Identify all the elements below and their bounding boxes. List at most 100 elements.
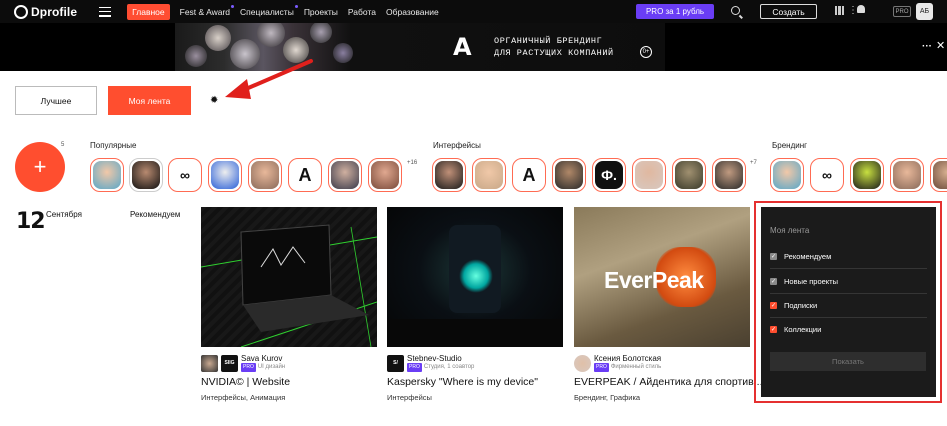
project-title[interactable]: EVERPEAK / Айдентика для спортив... (574, 376, 763, 388)
option-label: Подписки (784, 300, 818, 310)
more-dots-icon[interactable]: ··· (922, 41, 932, 52)
author-avatar-2[interactable]: SIIG (221, 354, 238, 372)
story-avatar[interactable] (129, 158, 163, 192)
top-navigation: Dprofile Главное Fest & Award Специалист… (0, 0, 947, 23)
story-group-branding-label: Брендинг (772, 141, 808, 150)
nav-item-education[interactable]: Образование (386, 7, 439, 17)
story-avatar[interactable] (328, 158, 362, 192)
new-dot-icon (294, 4, 298, 8)
author-avatar[interactable]: S/ (387, 354, 404, 372)
user-avatar[interactable]: АБ (916, 3, 933, 20)
story-avatar[interactable] (890, 158, 924, 192)
story-avatar[interactable] (472, 158, 506, 192)
story-avatar[interactable] (368, 158, 402, 192)
pro-tag: PRO (241, 363, 256, 372)
banner-logo: A (453, 33, 472, 61)
banner-line-1: ОРГАНИЧНЫЙ БРЕНДИНГ (494, 36, 603, 46)
checkbox-checked-icon[interactable]: ✓ (770, 301, 777, 309)
project-card[interactable]: SIIG Sava Kurov PRO UI дизайн NVIDIA© | W… (201, 207, 377, 402)
nav-item-fest[interactable]: Fest & Award (180, 4, 235, 17)
feed-option-collections[interactable]: ✓ Коллекции (770, 317, 927, 342)
author-specialty: UI дизайн (257, 364, 286, 370)
story-avatar[interactable] (850, 158, 884, 192)
banner-text: ОРГАНИЧНЫЙ БРЕНДИНГ ДЛЯ РАСТУЩИХ КОМПАНИ… (494, 35, 614, 59)
ad-banner[interactable] (0, 23, 947, 71)
story-avatar[interactable] (770, 158, 804, 192)
best-feed-button[interactable]: Лучшее (15, 86, 97, 115)
stories-count: 5 (61, 142, 65, 148)
story-avatar[interactable] (90, 158, 124, 192)
story-avatar[interactable]: A (512, 158, 546, 192)
story-avatar[interactable]: A (288, 158, 322, 192)
story-avatar[interactable] (632, 158, 666, 192)
story-avatar[interactable] (208, 158, 242, 192)
search-icon[interactable] (731, 6, 740, 15)
story-avatar[interactable] (552, 158, 586, 192)
project-thumbnail[interactable] (387, 207, 563, 347)
bell-icon[interactable] (857, 5, 865, 15)
author-name[interactable]: Ксения Болотская (594, 354, 661, 363)
checkbox-checked-icon[interactable]: ✓ (770, 277, 777, 285)
author-name[interactable]: Stebnev-Studio (407, 354, 474, 363)
nav-item-jobs[interactable]: Работа (348, 7, 376, 17)
story-avatar[interactable] (248, 158, 282, 192)
pro-subscribe-button[interactable]: PRO за 1 рубль (636, 4, 714, 19)
dprofile-logo[interactable]: Dprofile (14, 4, 78, 19)
banner-line-2: ДЛЯ РАСТУЩИХ КОМПАНИЙ (494, 48, 614, 58)
pro-tag: PRO (594, 363, 609, 372)
story-avatar[interactable]: Ф. (592, 158, 626, 192)
story-avatar[interactable]: ∞ (810, 158, 844, 192)
story-avatar[interactable] (712, 158, 746, 192)
author-name[interactable]: Sava Kurov (241, 354, 285, 363)
new-dot-icon (231, 4, 235, 8)
story-avatar[interactable] (930, 158, 947, 192)
project-card[interactable]: S/ Stebnev-Studio PRO Студия, 1 соавтор K… (387, 207, 563, 402)
project-title[interactable]: NVIDIA© | Website (201, 376, 377, 388)
author-avatar[interactable] (574, 354, 591, 372)
project-tags: Интерфейсы (387, 393, 432, 402)
more-stories-count[interactable]: +7 (750, 160, 757, 166)
feed-option-subscriptions[interactable]: ✓ Подписки (770, 293, 927, 318)
feed-month: Сентября (46, 210, 82, 219)
project-tags: Интерфейсы, Анимация (201, 393, 286, 402)
close-icon[interactable]: ✕ (936, 39, 945, 52)
everpeak-logo: EverPeak (604, 267, 704, 293)
card-author[interactable]: Ксения Болотская PRO Фирменный стиль (574, 354, 750, 372)
story-avatar[interactable]: ∞ (168, 158, 202, 192)
feed-option-recommended[interactable]: ✓ Рекомендуем (770, 244, 927, 269)
age-rating-badge: 0+ (640, 46, 652, 58)
story-group-popular-label: Популярные (90, 141, 137, 150)
feed-settings-panel: Моя лента ✓ Рекомендуем ✓ Новые проекты … (761, 207, 936, 397)
checkbox-checked-icon[interactable]: ✓ (770, 326, 777, 333)
project-thumbnail[interactable]: EverPeak (574, 207, 750, 347)
card-author[interactable]: SIIG Sava Kurov PRO UI дизайн (201, 354, 377, 372)
brand-name: Dprofile (31, 4, 78, 19)
laptop-image (201, 224, 377, 347)
nav-item-specialists[interactable]: Специалисты (240, 4, 298, 17)
nav-item-projects[interactable]: Проекты (304, 7, 338, 17)
story-avatar[interactable] (672, 158, 706, 192)
project-thumbnail[interactable] (201, 207, 377, 347)
create-button[interactable]: Создать (760, 4, 817, 19)
section-label: Рекомендуем (130, 210, 181, 219)
checkbox-checked-icon[interactable]: ✓ (770, 252, 777, 260)
panel-title: Моя лента (770, 226, 810, 235)
author-specialty: Студия, 1 соавтор (423, 364, 475, 370)
apps-icon[interactable] (835, 6, 844, 15)
more-stories-count[interactable]: +16 (407, 160, 417, 166)
menu-icon[interactable] (99, 6, 112, 17)
author-avatar[interactable] (201, 354, 218, 372)
story-avatar[interactable] (432, 158, 466, 192)
add-story-button[interactable]: + (15, 142, 65, 192)
my-feed-button[interactable]: Моя лента (108, 86, 191, 115)
feed-option-new-projects[interactable]: ✓ Новые проекты (770, 269, 927, 294)
gear-icon[interactable]: ✹ (210, 95, 218, 106)
project-title[interactable]: Kaspersky "Where is my device" (387, 376, 563, 388)
project-card[interactable]: EverPeak Ксения Болотская PRO Фирменный с… (574, 207, 763, 402)
card-author[interactable]: S/ Stebnev-Studio PRO Студия, 1 соавтор (387, 354, 563, 372)
show-button[interactable]: Показать (770, 352, 926, 371)
nav-item-main[interactable]: Главное (127, 3, 170, 20)
pro-tag: PRO (407, 363, 422, 372)
feed-day: 12 (16, 209, 46, 234)
annotation-arrow-icon (225, 59, 313, 99)
